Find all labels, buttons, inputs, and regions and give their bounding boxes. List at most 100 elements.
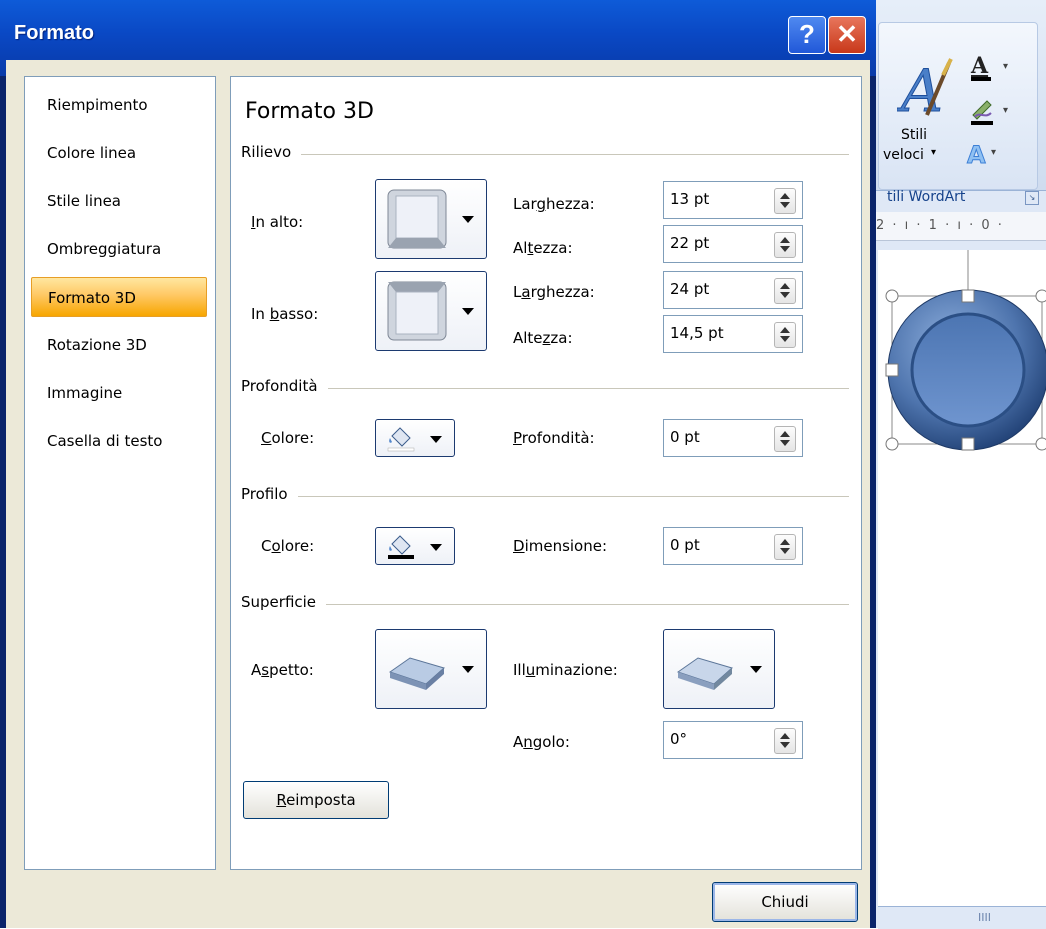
lbl-part: olore: <box>271 429 315 447</box>
horizontal-scrollbar[interactable]: IIII <box>878 906 1046 929</box>
angle-label: Angolo: <box>513 733 570 751</box>
quick-styles-dropdown-icon[interactable]: ▾ <box>931 147 936 158</box>
lighting-dropdown[interactable] <box>663 629 775 709</box>
bottom-bevel-dropdown[interactable] <box>375 271 487 351</box>
contour-color-label: Colore: <box>261 537 314 555</box>
nav-item-immagine[interactable]: Immagine <box>31 373 207 413</box>
material-dropdown[interactable] <box>375 629 487 709</box>
nav-item-rotazione-3d[interactable]: Rotazione 3D <box>31 325 207 365</box>
wordart-icon[interactable]: A <box>897 55 953 123</box>
svg-text:▾: ▾ <box>1003 105 1008 116</box>
lighting-label: Illuminazione: <box>513 661 618 679</box>
section-profondita: Profondità <box>241 377 849 397</box>
svg-text:▾: ▾ <box>1003 61 1008 72</box>
bottom-height-label: Altezza: <box>513 329 573 347</box>
bottom-height-value[interactable]: 14,5 pt <box>670 324 724 342</box>
close-button[interactable]: Chiudi <box>712 882 858 922</box>
lbl-part: za: <box>550 329 573 347</box>
svg-text:▾: ▾ <box>991 147 996 158</box>
dialog-title: Formato <box>14 22 94 44</box>
svg-text:A: A <box>967 141 986 167</box>
lbl-mnemonic: D <box>513 537 525 555</box>
section-superficie-label: Superficie <box>241 593 327 611</box>
pen-icon[interactable]: ▾ <box>969 97 1019 127</box>
section-profilo: Profilo <box>241 485 849 505</box>
nav-item-formato-3d[interactable]: Formato 3D <box>31 277 207 317</box>
document-page[interactable] <box>878 250 1046 910</box>
paint-bucket-icon <box>387 427 415 452</box>
lbl-part: hezza: <box>545 195 595 213</box>
reset-button[interactable]: Reimposta <box>243 781 389 819</box>
svg-text:A: A <box>970 53 989 79</box>
lbl-part: Alte <box>513 329 543 347</box>
bottom-width-value[interactable]: 24 pt <box>670 280 709 298</box>
ruler: 2 · ı · 1 · ı · 0 · <box>872 212 1046 241</box>
top-height-spinner[interactable]: 22 pt <box>663 225 803 263</box>
font-color-icon[interactable]: A ▾ <box>969 53 1019 83</box>
contour-size-spinner[interactable]: 0 pt <box>663 527 803 565</box>
angle-spinner[interactable]: 0° <box>663 721 803 759</box>
top-height-label: Altezza: <box>513 239 573 257</box>
spin-arrows-icon[interactable] <box>774 534 796 560</box>
top-width-spinner[interactable]: 13 pt <box>663 181 803 219</box>
lbl-mnemonic: P <box>513 429 522 447</box>
spin-arrows-icon[interactable] <box>774 426 796 452</box>
lbl-mnemonic: u <box>525 661 536 679</box>
nav-item-colore-linea[interactable]: Colore linea <box>31 133 207 173</box>
angle-value[interactable]: 0° <box>670 730 687 748</box>
top-bevel-dropdown[interactable] <box>375 179 487 259</box>
ruler-ticks: 2 · ı · 1 · ı · 0 · <box>876 218 1004 233</box>
spin-arrows-icon[interactable] <box>774 322 796 348</box>
lbl-part: Al <box>513 239 528 257</box>
nav-item-ombreggiatura[interactable]: Ombreggiatura <box>31 229 207 269</box>
panel-title: Formato 3D <box>245 99 374 124</box>
lbl-part: ezza: <box>533 239 573 257</box>
lbl-part: C <box>261 537 272 555</box>
lbl-mnemonic: C <box>261 429 272 447</box>
depth-spinner[interactable]: 0 pt <box>663 419 803 457</box>
spin-arrows-icon[interactable] <box>774 728 796 754</box>
nav-item-stile-linea[interactable]: Stile linea <box>31 181 207 221</box>
material-label: Aspetto: <box>251 661 314 679</box>
text-effects-icon[interactable]: A ▾ <box>965 141 1019 167</box>
quick-styles-label[interactable]: Stili <box>901 127 927 143</box>
spin-arrows-icon[interactable] <box>774 232 796 258</box>
top-width-label: Larghezza: <box>513 195 595 213</box>
group-caption-text: tili WordArt <box>887 189 966 205</box>
lbl-part: minazione: <box>535 661 618 679</box>
depth-label: Profondità: <box>513 429 595 447</box>
spin-arrows-icon[interactable] <box>774 188 796 214</box>
quick-styles-label-2[interactable]: veloci <box>883 147 924 163</box>
bottom-height-spinner[interactable]: 14,5 pt <box>663 315 803 353</box>
lbl-part: A <box>513 733 524 751</box>
bottom-bevel-label: In basso: <box>251 305 318 323</box>
nav-item-casella-di-testo[interactable]: Casella di testo <box>31 421 207 461</box>
top-height-value[interactable]: 22 pt <box>670 234 709 252</box>
dialog-launcher-icon[interactable]: ↘ <box>1025 191 1039 205</box>
depth-color-dropdown[interactable] <box>375 419 455 457</box>
lbl-mnemonic: o <box>271 537 281 555</box>
wordart-styles-group: A Stili veloci ▾ A ▾ ▾ A ▾ tili WordArt … <box>878 22 1039 205</box>
bevel-circle-shape[interactable] <box>878 250 1046 910</box>
depth-value[interactable]: 0 pt <box>670 428 700 446</box>
lbl-mnemonic: s <box>261 661 270 679</box>
spin-arrows-icon[interactable] <box>774 278 796 304</box>
contour-color-dropdown[interactable] <box>375 527 455 565</box>
contour-size-label: Dimensione: <box>513 537 607 555</box>
lbl-part: golo: <box>532 733 570 751</box>
scroll-grip[interactable]: IIII <box>978 911 991 924</box>
nav-item-riempimento[interactable]: Riempimento <box>31 85 207 125</box>
lbl-part: In <box>251 305 270 323</box>
lbl-part: lore: <box>280 537 315 555</box>
section-rilievo-label: Rilievo <box>241 143 302 161</box>
paint-bucket-icon <box>388 535 414 559</box>
help-icon[interactable]: ? <box>788 16 826 54</box>
lbl-part: rofondità: <box>521 429 595 447</box>
top-width-value[interactable]: 13 pt <box>670 190 709 208</box>
chevron-down-icon <box>462 308 474 315</box>
close-icon[interactable]: ✕ <box>828 16 866 54</box>
dialog-client: Riempimento Colore linea Stile linea Omb… <box>6 60 870 928</box>
section-profondita-label: Profondità <box>241 377 328 395</box>
contour-size-value[interactable]: 0 pt <box>670 536 700 554</box>
bottom-width-spinner[interactable]: 24 pt <box>663 271 803 309</box>
